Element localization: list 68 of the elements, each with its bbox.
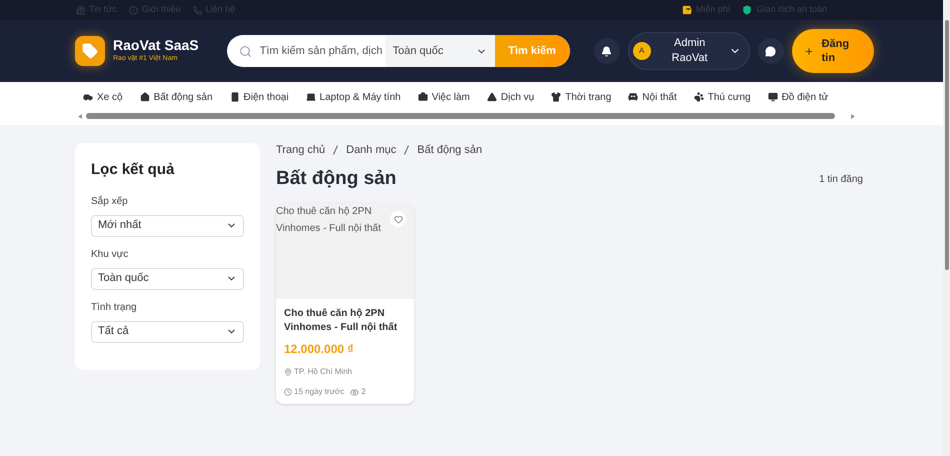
user-menu[interactable]: A Admin RaoVat [628,32,750,70]
shield-icon [742,5,752,15]
category-link[interactable]: Bất động sản [140,90,213,104]
location-icon [284,368,292,376]
category-link[interactable]: Thú cưng [694,90,751,104]
phone-icon [230,92,240,102]
image-alt-text: Cho thuê căn hộ 2PN Vinhomes - Full nội thất [276,205,382,236]
breadcrumb-link[interactable]: Trang chủ [276,142,326,158]
bell-icon [601,46,612,56]
category-link[interactable]: Đồ điện tử [768,90,828,104]
listing-location: TP. Hồ Chí Minh [294,366,352,378]
filter-label: Tình trạng [91,300,138,314]
page-title: Bất động sản [276,166,396,191]
eye-icon [350,388,360,396]
chat-icon [765,46,776,56]
car-icon [83,92,93,102]
filter-select[interactable]: Toàn quốc [91,268,244,290]
sofa-icon [628,92,638,102]
search-icon [238,44,252,58]
category-link[interactable]: Xe cộ [83,90,123,104]
scroll-left-icon[interactable] [78,114,82,118]
listing-price: 12.000.000 ₫ [284,341,355,358]
filter-label: Khu vực [91,248,130,262]
filter-select[interactable]: Mới nhất [91,214,244,236]
scroll-right-icon[interactable] [851,114,855,118]
wallet-icon [682,5,692,15]
category-link[interactable]: Laptop & Máy tính [306,90,401,104]
region-select[interactable]: Toàn quốc [384,35,495,67]
house-icon [140,92,150,102]
heart-icon [394,214,402,224]
briefcase-icon [418,92,428,102]
breadcrumb-separator-icon [404,145,410,155]
chat-button[interactable] [758,38,784,64]
shirt-icon [551,92,562,102]
view-count: 2 [361,386,366,398]
category-link[interactable]: Việc làm [418,90,470,104]
post-button[interactable]: Đăng tin [792,29,874,73]
filter-label: Sắp xếp [91,194,129,208]
user-avatar: A [632,42,651,60]
listing-card[interactable]: Cho thuê căn hộ 2PN Vinhomes - Full nội thất Cho thuê căn hộ 2PN Vinhomes - Full nội thất 12.000.000 ₫ TP. Hồ Chí Minh 15 ngày trước 2 [276,203,414,404]
breadcrumb-separator-icon [333,145,338,155]
plus-icon [804,46,814,56]
category-link[interactable]: Nội thất [628,90,677,104]
laptop-icon [306,92,316,102]
category-link[interactable]: Thời trang [551,90,612,104]
listing-title: Cho thuê căn hộ 2PN Vinhomes - Full nội thất [284,307,398,335]
clock-icon [284,388,292,396]
horizontal-scrollbar[interactable] [78,112,855,120]
category-link[interactable]: Điện thoại [230,90,289,104]
breadcrumb-link[interactable]: Danh mục [346,142,396,158]
filter-select[interactable]: Tất cả [91,320,244,342]
listing-time: 15 ngày trước [294,386,344,398]
monitor-icon [768,92,778,102]
favorite-button[interactable] [390,211,406,227]
page-scrollbar[interactable] [943,0,950,456]
notification-button[interactable] [594,38,620,64]
news-icon [76,6,85,14]
breadcrumb-link[interactable]: Bất động sản [417,142,482,158]
phone-icon [192,6,202,14]
logo-icon [75,36,105,66]
service-icon [486,92,497,102]
info-icon [128,6,138,14]
result-count: 1 tin đăng [819,172,863,186]
category-link[interactable]: Dịch vụ [486,90,534,104]
search-field[interactable]: Tìm kiếm sản phẩm, dịch [260,42,385,60]
brand-name: RaoVat SaaS [113,37,199,53]
paw-icon [694,92,704,102]
filter-title: Lọc kết quả [91,160,176,180]
